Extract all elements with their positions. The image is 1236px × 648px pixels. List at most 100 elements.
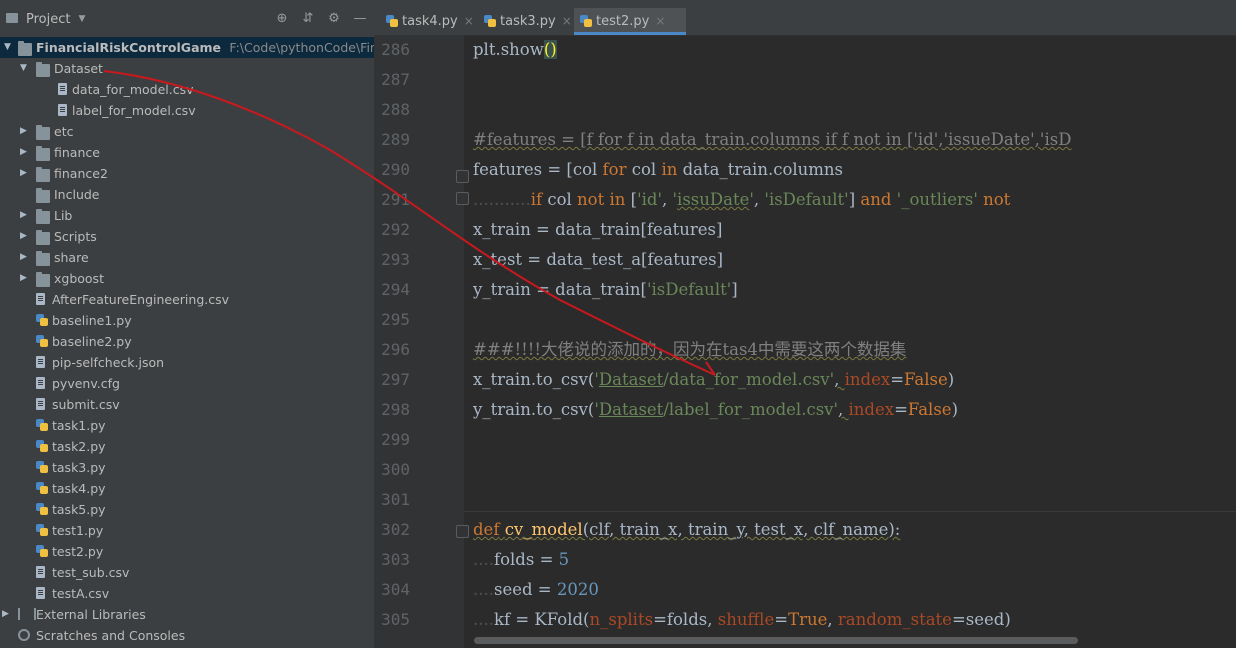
- line-number: 305: [381, 610, 410, 629]
- tree-item-include[interactable]: Include: [0, 184, 374, 205]
- tree-item-label: Scripts: [54, 229, 97, 244]
- expand-arrow-icon[interactable]: ▼: [4, 37, 14, 58]
- line-number: 301: [381, 490, 410, 509]
- tree-item-task4-py[interactable]: task4.py: [0, 478, 374, 499]
- chevron-down-icon[interactable]: ▼: [78, 14, 85, 24]
- folder-icon: [18, 41, 32, 56]
- line-number: 300: [381, 460, 410, 479]
- tree-item-pip-selfcheck-json[interactable]: pip-selfcheck.json: [0, 352, 374, 373]
- code-line-292: x_train = data_train[features]: [473, 220, 723, 239]
- chevron-right-icon[interactable]: ▶: [2, 604, 12, 625]
- chevron-right-icon[interactable]: ▶: [20, 163, 30, 184]
- code-line-294: y_train = data_train['isDefault']: [473, 280, 738, 299]
- folder-icon: [36, 188, 50, 203]
- python-file-icon: [36, 419, 48, 431]
- chevron-down-icon[interactable]: ▼: [20, 58, 30, 79]
- chevron-right-icon[interactable]: ▶: [20, 247, 30, 268]
- tree-item-task2-py[interactable]: task2.py: [0, 436, 374, 457]
- fold-marker-icon[interactable]: [456, 192, 469, 205]
- tree-item-baseline2-py[interactable]: baseline2.py: [0, 331, 374, 352]
- tree-item-baseline1-py[interactable]: baseline1.py: [0, 310, 374, 331]
- tree-item-external-libraries[interactable]: ▶ External Libraries: [0, 604, 374, 625]
- tree-item-scratches-and-consoles[interactable]: Scratches and Consoles: [0, 625, 374, 646]
- tree-item-submit-csv[interactable]: submit.csv: [0, 394, 374, 415]
- line-number: 289: [381, 130, 410, 149]
- fold-marker-icon[interactable]: [456, 170, 469, 183]
- chevron-right-icon[interactable]: ▶: [20, 121, 30, 142]
- code-line-286: plt.show(): [473, 40, 557, 59]
- tree-item-etc[interactable]: ▶ etc: [0, 121, 374, 142]
- line-number: 304: [381, 580, 410, 599]
- tree-item-task3-py[interactable]: task3.py: [0, 457, 374, 478]
- tree-item-pyvenv-cfg[interactable]: pyvenv.cfg: [0, 373, 374, 394]
- tree-item-test1-py[interactable]: test1.py: [0, 520, 374, 541]
- tab-task4[interactable]: task4.py ×: [380, 8, 484, 35]
- file-icon: [36, 377, 45, 389]
- scratches-icon: [18, 629, 30, 641]
- chevron-right-icon[interactable]: ▶: [20, 142, 30, 163]
- tab-task3[interactable]: task3.py ×: [478, 8, 584, 35]
- close-icon[interactable]: ×: [464, 14, 474, 28]
- code-line-304: ....seed = 2020: [473, 580, 599, 599]
- tree-item-label-for-model-csv[interactable]: label_for_model.csv: [0, 100, 374, 121]
- line-number: 292: [381, 220, 410, 239]
- tree-item-task1-py[interactable]: task1.py: [0, 415, 374, 436]
- tab-test2[interactable]: test2.py ×: [574, 8, 686, 35]
- close-icon[interactable]: ×: [562, 14, 572, 28]
- line-number: 297: [381, 370, 410, 389]
- code-line-291: ...........if col not in ['id', 'issuDat…: [473, 190, 1011, 209]
- tab-label: test2.py: [596, 14, 650, 29]
- tree-item-dataset[interactable]: ▼ Dataset: [0, 58, 374, 79]
- project-panel: Project ▼ ⊕ ⇵ ⚙ — ▼ FinancialRiskControl…: [0, 0, 374, 648]
- tree-item-label: finance: [54, 145, 100, 160]
- tree-item-task5-py[interactable]: task5.py: [0, 499, 374, 520]
- tree-item-finance[interactable]: ▶ finance: [0, 142, 374, 163]
- tree-item-label: task1.py: [52, 418, 106, 433]
- tree-item-scripts[interactable]: ▶ Scripts: [0, 226, 374, 247]
- tree-item-xgboost[interactable]: ▶ xgboost: [0, 268, 374, 289]
- chevron-right-icon[interactable]: ▶: [20, 205, 30, 226]
- python-file-icon: [36, 524, 48, 536]
- tree-item-label: testA.csv: [52, 586, 110, 601]
- python-file-icon: [36, 545, 48, 557]
- tree-item-label: External Libraries: [36, 607, 146, 622]
- tab-label: task4.py: [402, 14, 458, 29]
- tree-item-testa-csv[interactable]: testA.csv: [0, 583, 374, 604]
- file-icon: [36, 566, 45, 578]
- folder-icon: [36, 125, 50, 140]
- tree-item-label: Lib: [54, 208, 73, 223]
- python-file-icon: [580, 15, 592, 27]
- hide-icon[interactable]: —: [352, 11, 368, 27]
- tree-item-label: baseline1.py: [52, 313, 132, 328]
- gear-icon[interactable]: ⚙: [326, 11, 342, 27]
- python-file-icon: [36, 503, 48, 515]
- tree-item-afterfeatureengineering-csv[interactable]: AfterFeatureEngineering.csv: [0, 289, 374, 310]
- folder-icon: [36, 62, 50, 77]
- project-view-icon: [6, 13, 18, 23]
- chevron-right-icon[interactable]: ▶: [20, 268, 30, 289]
- python-file-icon: [36, 440, 48, 452]
- line-number: 302: [381, 520, 410, 539]
- close-icon[interactable]: ×: [655, 14, 665, 28]
- locate-icon[interactable]: ⊕: [274, 11, 290, 27]
- code-line-298: y_train.to_csv('Dataset/label_for_model.…: [473, 400, 959, 419]
- tree-root-row[interactable]: ▼ FinancialRiskControlGame F:\Code\pytho…: [0, 37, 374, 58]
- tree-item-finance2[interactable]: ▶ finance2: [0, 163, 374, 184]
- tree-item-test2-py[interactable]: test2.py: [0, 541, 374, 562]
- horizontal-scrollbar[interactable]: [474, 637, 1078, 644]
- collapse-all-icon[interactable]: ⇵: [300, 11, 316, 27]
- tree-item-label: Dataset: [54, 61, 103, 76]
- tree-item-share[interactable]: ▶ share: [0, 247, 374, 268]
- chevron-right-icon[interactable]: ▶: [20, 226, 30, 247]
- project-panel-header: Project ▼ ⊕ ⇵ ⚙ —: [0, 0, 374, 38]
- tree-item-data-for-model-csv[interactable]: data_for_model.csv: [0, 79, 374, 100]
- tree-item-label: task5.py: [52, 502, 106, 517]
- line-number: 288: [381, 100, 410, 119]
- fold-marker-icon[interactable]: [456, 525, 469, 538]
- tree-item-lib[interactable]: ▶ Lib: [0, 205, 374, 226]
- tree-item-test-sub-csv[interactable]: test_sub.csv: [0, 562, 374, 583]
- line-number: 293: [381, 250, 410, 269]
- python-file-icon: [36, 314, 48, 326]
- line-number: 291: [381, 190, 410, 209]
- tree-item-label: Scratches and Consoles: [36, 628, 186, 643]
